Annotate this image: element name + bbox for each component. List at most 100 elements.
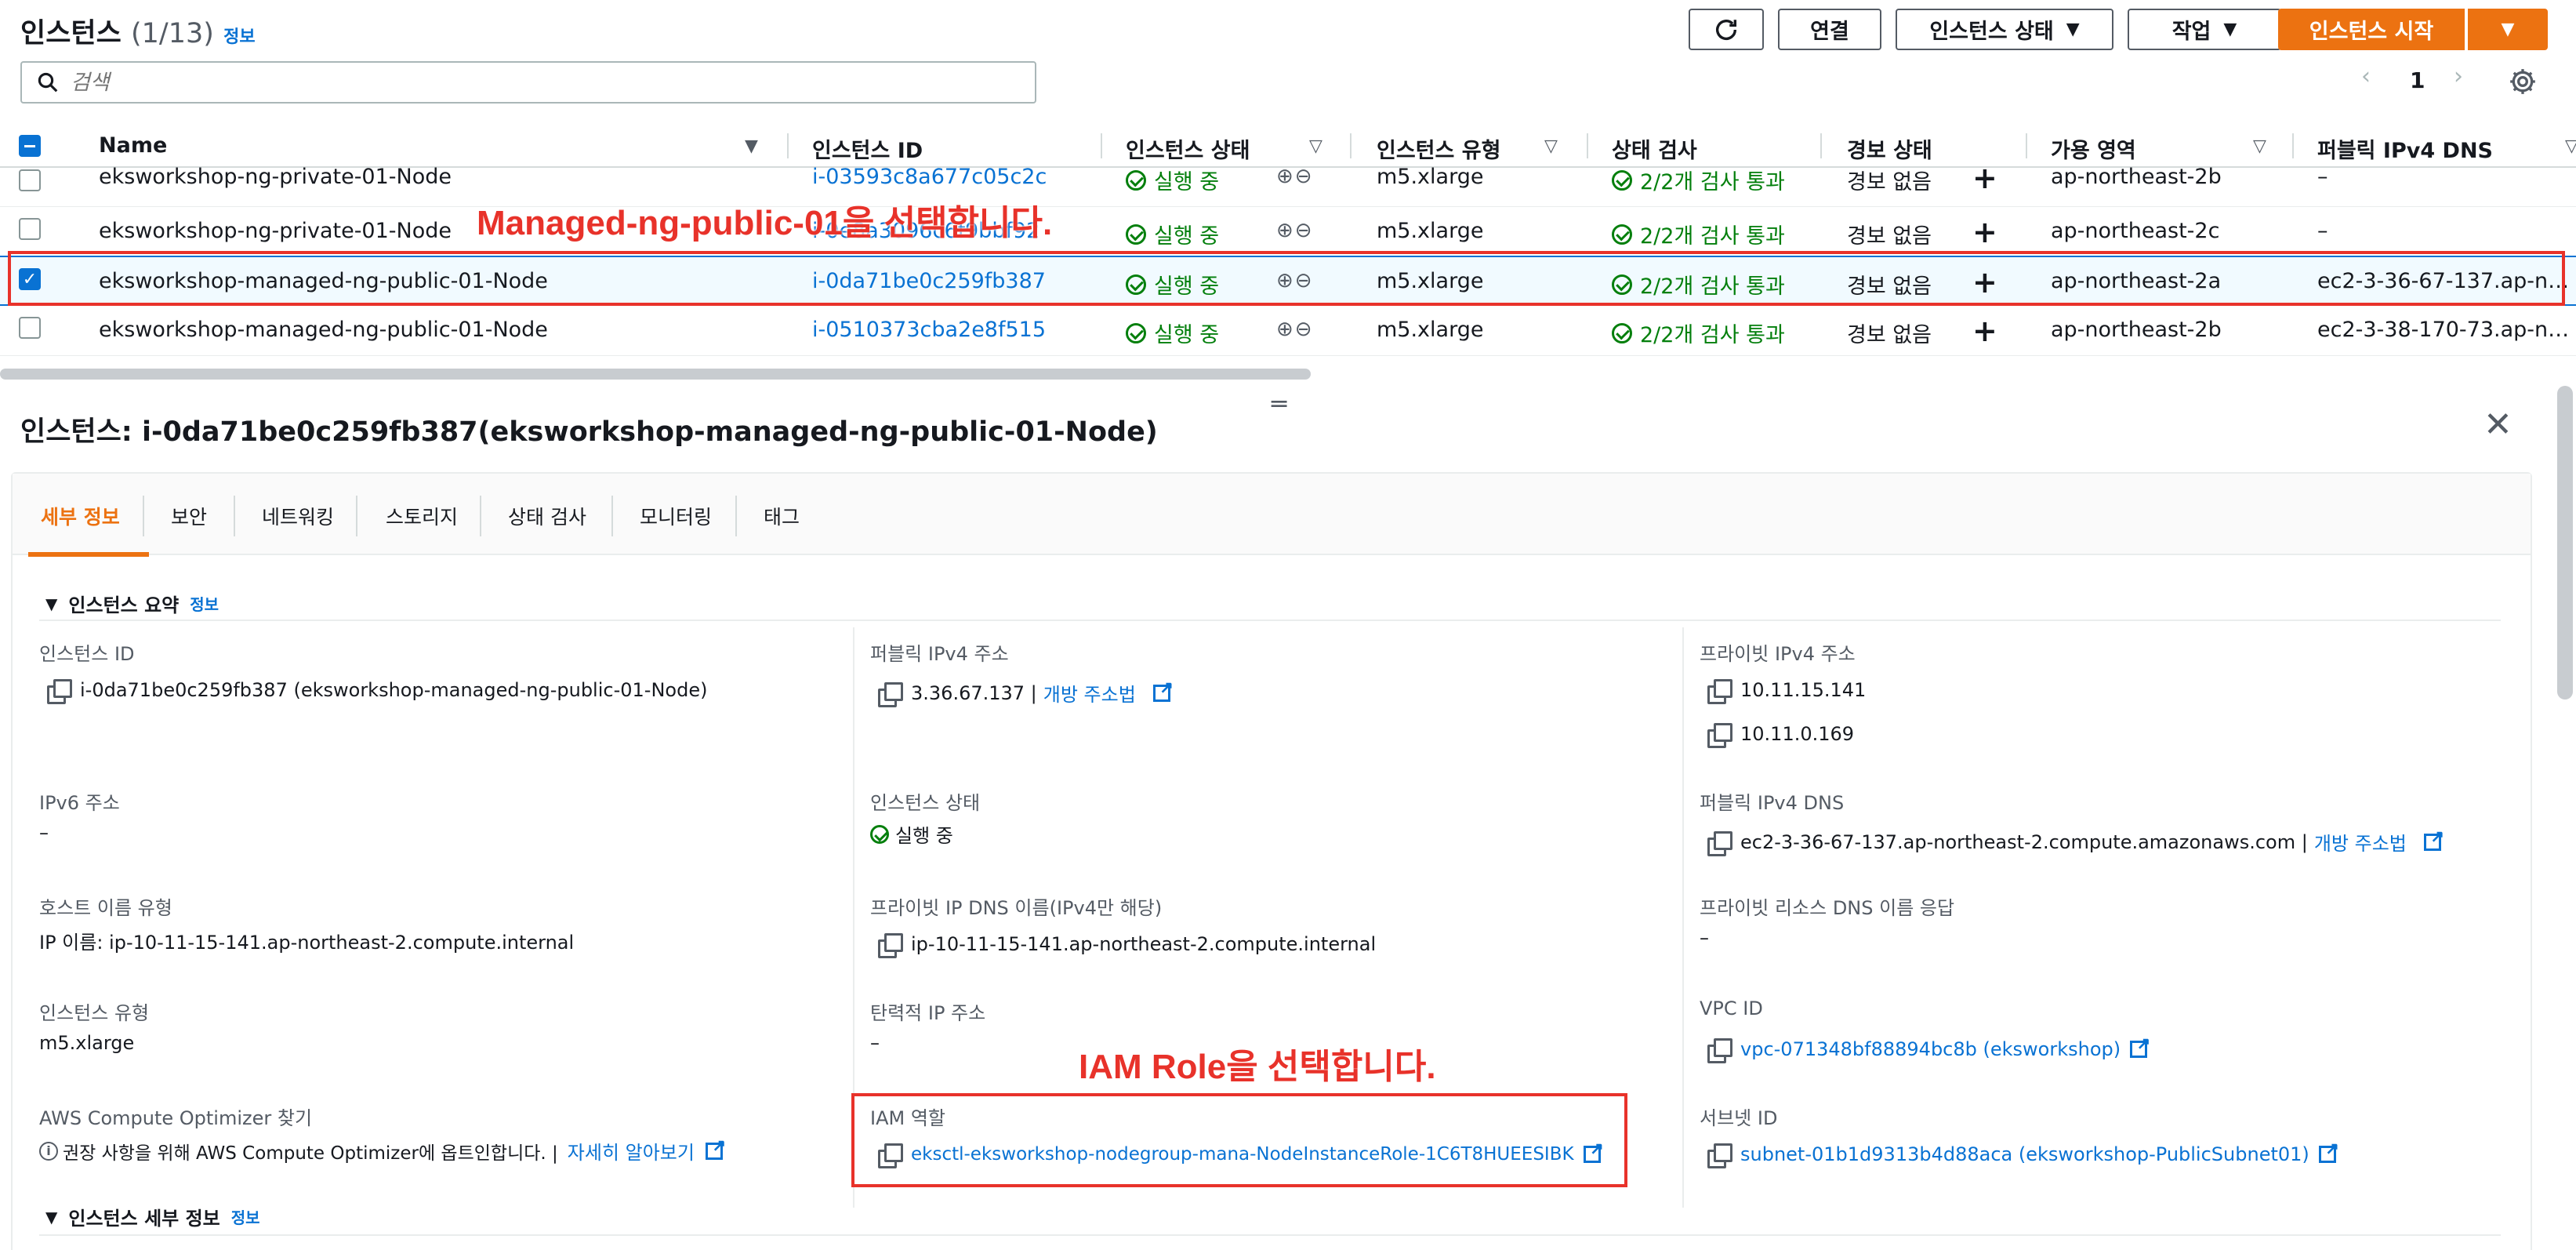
details-info-link[interactable]: 정보: [231, 1205, 260, 1228]
zoom-icons[interactable]: ⊕⊖: [1276, 165, 1314, 188]
col-name[interactable]: Name: [99, 133, 167, 158]
actions-dropdown[interactable]: 작업 ▼: [2128, 9, 2281, 50]
optimizer-label: AWS Compute Optimizer 찾기: [39, 1107, 313, 1129]
check-circle-icon: [1126, 169, 1146, 191]
row-dns: ec2-3-38-170-73.ap-no...: [2317, 318, 2571, 342]
caret-down-icon: ▼: [45, 1207, 58, 1226]
row-check: 2/2개 검사 통과: [1612, 318, 1785, 348]
search-box[interactable]: [20, 61, 1036, 104]
page-number[interactable]: 1: [2410, 67, 2425, 93]
private-resource-dns-value: –: [1700, 927, 1709, 949]
row-check: 2/2개 검사 통과: [1612, 165, 1785, 195]
check-circle-icon: [1612, 169, 1632, 191]
row-state: 실행 중: [1126, 318, 1219, 348]
row-alarm: 경보 없음: [1847, 224, 1932, 249]
sort-desc-icon[interactable]: ▼: [745, 136, 758, 156]
add-alarm-icon[interactable]: +: [1972, 163, 1997, 193]
vertical-scrollbar[interactable]: [2557, 386, 2573, 699]
close-icon[interactable]: ✕: [2483, 405, 2513, 445]
row-checkbox[interactable]: [19, 218, 41, 240]
subnet-id-label: 서브넷 ID: [1700, 1107, 1778, 1129]
row-type: m5.xlarge: [1377, 219, 1484, 243]
refresh-button[interactable]: [1689, 9, 1764, 50]
tab-networking[interactable]: 네트워킹: [262, 502, 334, 530]
search-icon: [38, 72, 58, 93]
summary-section-toggle[interactable]: ▼ 인스턴스 요약 정보: [45, 590, 219, 617]
public-dns-label: 퍼블릭 IPv4 DNS: [1700, 792, 1845, 814]
details-heading: 인스턴스 세부 정보: [68, 1208, 220, 1230]
learn-more-link[interactable]: 자세히 알아보기: [568, 1137, 695, 1165]
row-name: eksworkshop-ng-private-01-Node: [99, 165, 452, 189]
add-alarm-icon[interactable]: +: [1972, 217, 1997, 247]
row-name: eksworkshop-ng-private-01-Node: [99, 219, 452, 243]
sort-icon[interactable]: ▽: [2253, 136, 2266, 156]
row-checkbox[interactable]: [19, 169, 41, 191]
launch-instance-button[interactable]: 인스턴스 시작: [2278, 9, 2465, 50]
copy-icon[interactable]: [878, 681, 903, 707]
summary-info-link[interactable]: 정보: [190, 592, 219, 615]
connect-button[interactable]: 연결: [1778, 9, 1881, 50]
details-section-toggle[interactable]: ▼ 인스턴스 세부 정보 정보: [45, 1203, 260, 1230]
select-all-checkbox[interactable]: [19, 135, 41, 157]
sort-icon[interactable]: ▽: [2565, 136, 2576, 156]
tab-monitoring[interactable]: 모니터링: [640, 502, 712, 530]
private-dns-label: 프라이빗 IP DNS 이름(IPv4만 해당): [870, 897, 1163, 919]
zoom-icons[interactable]: ⊕⊖: [1276, 219, 1314, 242]
add-alarm-icon[interactable]: +: [1972, 316, 1997, 346]
row-type: m5.xlarge: [1377, 318, 1484, 342]
row-instance-id-link[interactable]: i-03593c8a677c05c2c: [812, 165, 1047, 189]
elastic-ip-label: 탄력적 IP 주소: [870, 1002, 986, 1024]
table-row[interactable]: eksworkshop-managed-ng-public-01-Node i-…: [0, 306, 2576, 356]
external-link-icon: [1152, 679, 1174, 702]
horizontal-scrollbar[interactable]: [0, 369, 1311, 380]
row-az: ap-northeast-2b: [2051, 165, 2222, 189]
subnet-id-value: subnet-01b1d9313b4d88aca (eksworkshop-Pu…: [1707, 1140, 2339, 1168]
tab-details[interactable]: 세부 정보: [41, 502, 120, 530]
info-link[interactable]: 정보: [223, 27, 255, 47]
row-alarm: 경보 없음: [1847, 323, 1932, 347]
tab-security[interactable]: 보안: [171, 502, 207, 530]
tab-tags[interactable]: 태그: [764, 502, 800, 530]
open-address-link[interactable]: 개방 주소법: [2314, 828, 2407, 856]
copy-icon[interactable]: [878, 933, 903, 958]
tab-status-checks[interactable]: 상태 검사: [508, 502, 586, 530]
instance-id-label: 인스턴스 ID: [39, 643, 135, 665]
prev-page-icon[interactable]: ‹: [2361, 63, 2371, 90]
caret-down-icon: ▼: [45, 594, 58, 613]
external-link-icon: [2130, 1035, 2151, 1058]
table-row[interactable]: eksworkshop-ng-private-01-Node i-0e8a309…: [0, 207, 2576, 257]
copy-icon[interactable]: [1707, 723, 1732, 748]
launch-dropdown-button[interactable]: ▼: [2468, 9, 2548, 50]
copy-icon[interactable]: [1707, 830, 1732, 856]
search-input[interactable]: [71, 70, 1011, 95]
split-handle-icon[interactable]: ═: [1272, 389, 1286, 419]
row-instance-id-link[interactable]: i-0510373cba2e8f515: [812, 318, 1046, 342]
copy-icon[interactable]: [1707, 1038, 1732, 1063]
instance-state-dropdown[interactable]: 인스턴스 상태 ▼: [1896, 9, 2113, 50]
sort-icon[interactable]: ▽: [1309, 136, 1322, 156]
summary-heading: 인스턴스 요약: [68, 594, 180, 616]
sort-icon[interactable]: ▽: [1544, 136, 1558, 156]
page-title: 인스턴스 (1/13) 정보: [20, 11, 256, 51]
copy-icon[interactable]: [47, 679, 72, 704]
zoom-icons[interactable]: ⊕⊖: [1276, 318, 1314, 341]
copy-icon[interactable]: [1707, 1143, 1732, 1168]
subnet-id-link[interactable]: subnet-01b1d9313b4d88aca (eksworkshop-Pu…: [1740, 1143, 2309, 1165]
open-address-link[interactable]: 개방 주소법: [1043, 679, 1136, 707]
instance-type-value: m5.xlarge: [39, 1032, 135, 1054]
table-row[interactable]: eksworkshop-ng-private-01-Node i-03593c8…: [0, 157, 2576, 207]
public-dns-value: ec2-3-36-67-137.ap-northeast-2.compute.a…: [1707, 828, 2444, 856]
settings-gear-icon[interactable]: [2507, 66, 2538, 100]
tab-storage[interactable]: 스토리지: [386, 502, 458, 530]
private-ipv4-value-2: 10.11.0.169: [1707, 723, 1854, 748]
next-page-icon[interactable]: ›: [2454, 63, 2463, 90]
copy-icon[interactable]: [1707, 679, 1732, 704]
row-check: 2/2개 검사 통과: [1612, 219, 1785, 249]
row-state: 실행 중: [1126, 165, 1219, 195]
vpc-id-label: VPC ID: [1700, 997, 1763, 1019]
external-link-icon: [2423, 828, 2444, 851]
row-checkbox[interactable]: [19, 317, 41, 339]
vpc-id-link[interactable]: vpc-071348bf88894bc8b (eksworkshop): [1740, 1038, 2121, 1060]
row-dns: –: [2317, 219, 2328, 243]
vpc-id-value: vpc-071348bf88894bc8b (eksworkshop): [1707, 1035, 2151, 1063]
